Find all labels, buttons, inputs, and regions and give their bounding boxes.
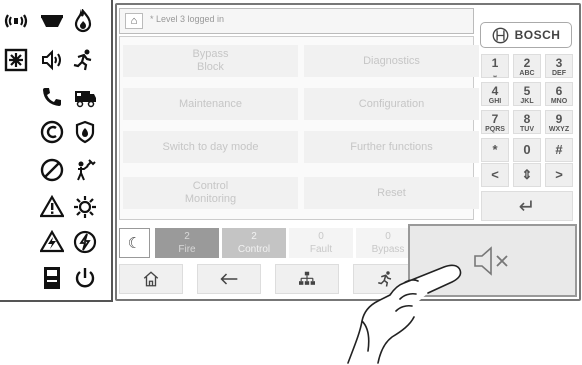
control-label: Control: [237, 244, 271, 255]
arrow-right-key[interactable]: >: [545, 163, 573, 187]
key-hash[interactable]: #: [545, 138, 573, 162]
network-structure-icon: [299, 271, 315, 285]
key-digit: 8: [523, 112, 531, 126]
key-letters: JKL: [520, 98, 534, 105]
switch-day-mode-button[interactable]: Switch to day mode: [123, 131, 298, 163]
arrow-left-key[interactable]: <: [481, 163, 509, 187]
diagnostics-button[interactable]: Diagnostics: [304, 45, 479, 77]
fire-flame-icon: [70, 8, 96, 34]
icon-legend-strip: [0, 0, 113, 302]
emergency-box-icon: [3, 47, 29, 73]
enter-key[interactable]: ↵: [481, 191, 573, 221]
key-digit: 7: [491, 112, 499, 126]
fire-count: 2: [184, 231, 190, 242]
bypass-block-button[interactable]: Bypass Block: [123, 45, 298, 77]
disabled-icon: [39, 157, 65, 183]
fault-counter[interactable]: 0 Fault: [289, 228, 353, 258]
key-symbol: 0: [523, 142, 531, 157]
key-letters: ABC: [519, 70, 535, 77]
key-8[interactable]: 8 TUV: [513, 110, 541, 134]
key-letters: PQRS: [485, 126, 505, 133]
warning-triangle-icon: [39, 194, 65, 220]
key-symbol: *: [492, 142, 498, 157]
key-symbol: #: [555, 142, 563, 157]
copyright-c-icon: [39, 119, 65, 145]
key-0[interactable]: 0: [513, 138, 541, 162]
key-digit: 2: [523, 56, 531, 70]
main-menu: Bypass Block Diagnostics Maintenance Con…: [119, 36, 479, 220]
brand-name: BOSCH: [514, 28, 561, 42]
control-counter[interactable]: 2 Control: [222, 228, 286, 258]
alarm-device-icon: [3, 8, 29, 34]
fire-truck-icon: [72, 84, 98, 110]
fault-count: 0: [318, 231, 324, 242]
key-4[interactable]: 4 GHI: [481, 82, 509, 106]
home-icon: [143, 271, 159, 287]
arrow-symbol: ⇕: [521, 167, 533, 182]
key-letters: TUV: [520, 126, 534, 133]
key-digit: 1: [491, 56, 499, 70]
home-icon[interactable]: ⌂: [125, 13, 143, 29]
key-digit: 6: [555, 84, 563, 98]
key-2[interactable]: 2 ABC: [513, 54, 541, 78]
key-9[interactable]: 9 WXYZ: [545, 110, 573, 134]
structure-button[interactable]: [275, 264, 339, 294]
arrow-symbol: <: [491, 167, 499, 182]
control-monitoring-button[interactable]: Control Monitoring: [123, 177, 298, 209]
key-star[interactable]: *: [481, 138, 509, 162]
key-3[interactable]: 3 DEF: [545, 54, 573, 78]
back-button[interactable]: [197, 264, 261, 294]
bosch-logo: BOSCH: [480, 22, 572, 48]
arrow-symbol: >: [555, 167, 563, 182]
back-arrow-icon: [220, 273, 238, 285]
sounder-base-icon: [39, 8, 65, 34]
control-count: 2: [251, 231, 257, 242]
key-5[interactable]: 5 JKL: [513, 82, 541, 106]
key-letters: GHI: [488, 98, 502, 105]
key-1[interactable]: 1 ⎵: [481, 54, 509, 78]
key-7[interactable]: 7 PQRS: [481, 110, 509, 134]
login-status-text: * Level 3 logged in: [150, 14, 225, 24]
key-digit: 5: [523, 84, 531, 98]
running-person-icon: [70, 47, 96, 73]
key-digit: 4: [491, 84, 499, 98]
key-letters: WXYZ: [548, 126, 570, 133]
reset-button[interactable]: Reset: [304, 177, 479, 209]
arrow-updown-key[interactable]: ⇕: [513, 163, 541, 187]
configuration-button[interactable]: Configuration: [304, 88, 479, 120]
pressing-hand-illustration: [347, 264, 462, 364]
further-functions-button[interactable]: Further functions: [304, 131, 479, 163]
key-6[interactable]: 6 MNO: [545, 82, 573, 106]
fault-triangle-icon: [39, 229, 65, 255]
extinguishing-icon: [72, 119, 98, 145]
key-digit: 9: [555, 112, 563, 126]
fire-counter[interactable]: 2 Fire: [155, 228, 219, 258]
person-maintenance-icon: [72, 157, 98, 183]
home-button[interactable]: [119, 264, 183, 294]
keypad: BOSCH 1 ⎵ 2 ABC 3 DEF 4 GHI 5 JKL 6 MNO 7 PQRS 8 TUV 9 WX…: [477, 17, 574, 225]
no-lightning-icon: [72, 229, 98, 255]
status-header: ⌂ * Level 3 logged in: [119, 8, 474, 34]
key-letters: DEF: [552, 70, 566, 77]
key-digit: 3: [555, 56, 563, 70]
key-letters: ⎵: [493, 70, 497, 77]
maintenance-button[interactable]: Maintenance: [123, 88, 298, 120]
speaker-icon: [39, 47, 65, 73]
day-night-mode-icon[interactable]: ☾: [119, 228, 150, 258]
sun-icon: [72, 194, 98, 220]
power-icon: [72, 265, 98, 291]
fire-label: Fire: [178, 244, 196, 255]
bosch-armature-icon: [492, 27, 508, 43]
key-letters: MNO: [550, 98, 568, 105]
phone-icon: [39, 84, 65, 110]
printer-icon: [39, 265, 65, 291]
